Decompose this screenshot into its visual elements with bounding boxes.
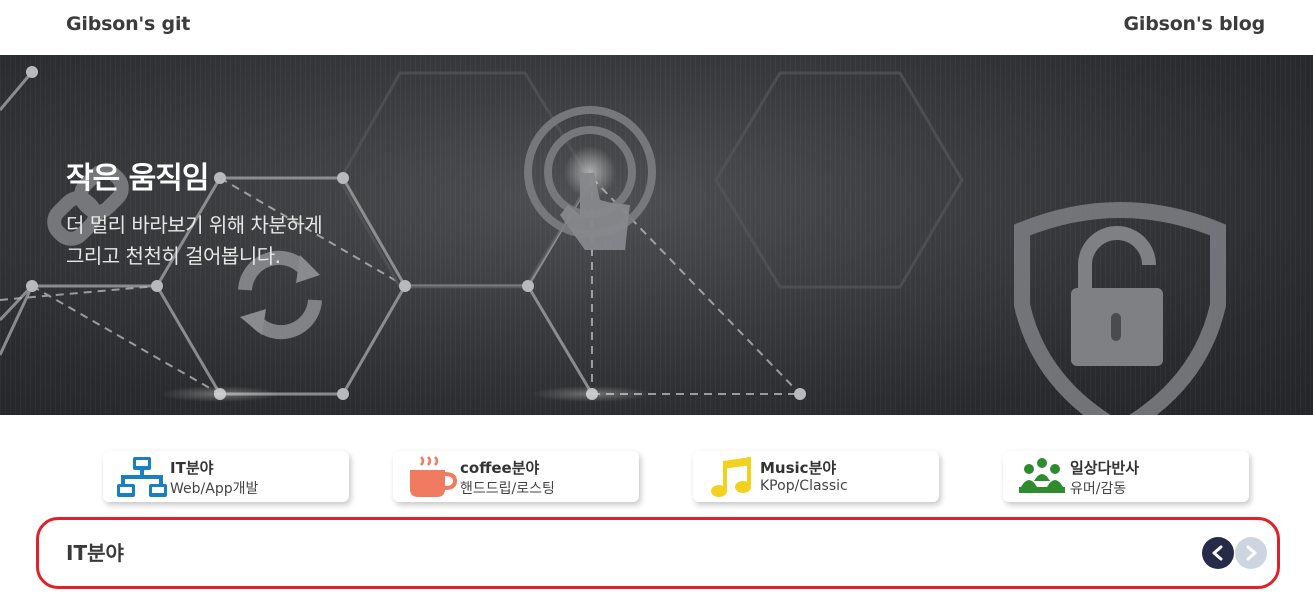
category-title: IT분야 xyxy=(170,459,214,477)
prev-button[interactable] xyxy=(1202,537,1234,569)
network-icon xyxy=(117,457,167,497)
music-note-icon xyxy=(711,457,751,497)
coffee-cup-icon xyxy=(410,456,457,497)
chevron-right-icon xyxy=(1246,545,1257,561)
gibsons-blog-link[interactable]: Gibson's blog xyxy=(1123,13,1265,35)
category-subtitle: Web/App개발 xyxy=(170,481,259,497)
category-card-music[interactable]: Music분야 KPop/Classic xyxy=(693,451,939,502)
people-group-icon xyxy=(1019,458,1065,493)
category-subtitle: 유머/감동 xyxy=(1070,481,1127,497)
hero-subtitle-line-1: 더 멀리 바라보기 위해 차분하게 xyxy=(66,213,323,237)
hero-subtitle-line-2: 그리고 천천히 걸어봅니다. xyxy=(66,244,281,268)
hero-banner: 작은 움직임 더 멀리 바라보기 위해 차분하게 그리고 천천히 걸어봅니다. xyxy=(0,55,1313,415)
section-title: IT분야 xyxy=(66,541,124,565)
top-bar: Gibson's git Gibson's blog xyxy=(0,0,1313,55)
category-title: 일상다반사 xyxy=(1070,459,1140,477)
category-card-coffee[interactable]: coffee분야 핸드드립/로스팅 xyxy=(393,451,639,502)
category-title: Music분야 xyxy=(760,459,837,477)
category-subtitle: KPop/Classic xyxy=(760,478,848,494)
chevron-left-icon xyxy=(1212,545,1223,561)
category-card-daily[interactable]: 일상다반사 유머/감동 xyxy=(1003,451,1249,502)
next-button[interactable] xyxy=(1235,537,1267,569)
section-panel: IT분야 xyxy=(36,517,1280,589)
gibsons-git-link[interactable]: Gibson's git xyxy=(66,13,190,35)
category-subtitle: 핸드드립/로스팅 xyxy=(460,481,555,497)
hero-title: 작은 움직임 xyxy=(66,161,209,196)
category-title: coffee분야 xyxy=(460,459,540,477)
category-card-it[interactable]: IT분야 Web/App개발 xyxy=(103,451,349,502)
